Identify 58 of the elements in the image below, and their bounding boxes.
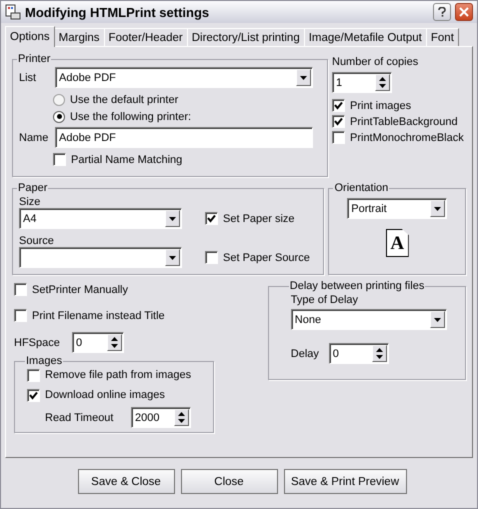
hfspace-spin-field[interactable]: 0	[72, 332, 124, 353]
radio-button[interactable]: Use the default printer	[53, 92, 321, 107]
checkbox[interactable]: Set Paper size	[205, 211, 318, 226]
group-title: Paper	[17, 182, 48, 194]
tab[interactable]: Footer/Header	[104, 28, 188, 46]
tab[interactable]: Font	[426, 28, 459, 46]
radio-button[interactable]: Use the following printer:	[53, 109, 321, 124]
close-icon	[459, 7, 469, 17]
field-label: Name	[19, 132, 50, 144]
group-title: Images	[25, 355, 64, 367]
printer-dropdown[interactable]: Adobe PDF	[55, 67, 313, 88]
checkbox[interactable]: Print images	[332, 98, 464, 113]
dialog-button[interactable]: Save & Print Preview	[284, 469, 406, 494]
window-title: Modifying HTMLPrint settings	[25, 4, 210, 20]
tab[interactable]: Margins	[54, 28, 105, 46]
spinner-icon	[372, 345, 387, 362]
timeout-spin-field[interactable]: 2000	[131, 407, 191, 428]
checkbox[interactable]: PrintTableBackground	[332, 114, 464, 129]
tab[interactable]: Directory/List printing	[186, 28, 305, 46]
field-label: Size	[19, 196, 42, 208]
tab[interactable]: Image/Metafile Output	[304, 28, 427, 46]
checkbox[interactable]: Remove file path from images	[27, 367, 207, 383]
checkbox[interactable]: PrintMonochromeBlack	[332, 130, 464, 145]
spinner-icon	[174, 409, 189, 426]
checkbox[interactable]: Download online images	[27, 387, 207, 403]
checkbox[interactable]: Partial Name Matching	[53, 152, 321, 167]
group-title: Printer	[17, 53, 52, 65]
orientation-dropdown[interactable]: Portrait	[347, 198, 448, 219]
help-button[interactable]	[433, 3, 451, 21]
field-label: Read Timeout	[45, 412, 114, 424]
paper-size-dropdown[interactable]: A4	[19, 208, 182, 229]
field-label: HFSpace	[14, 336, 61, 348]
checkbox[interactable]: SetPrinter Manually	[14, 282, 266, 297]
delay-type-dropdown[interactable]: None	[290, 309, 447, 330]
dialog-button[interactable]: Close	[180, 469, 278, 494]
checkbox[interactable]: Print Filename instead Title	[14, 308, 266, 323]
tab[interactable]: Options	[5, 26, 55, 47]
copies-spin-field[interactable]: 1	[332, 72, 392, 93]
spinner-icon	[375, 74, 390, 91]
check-icon	[207, 214, 216, 223]
delay-spin-field[interactable]: 0	[328, 343, 389, 364]
name-field[interactable]: Adobe PDF	[55, 127, 313, 148]
checkbox[interactable]: Set Paper Source	[205, 250, 318, 265]
close-button[interactable]	[455, 3, 473, 21]
page-icon: A	[386, 229, 409, 257]
field-label: Source	[19, 235, 55, 247]
printer-icon	[5, 4, 21, 20]
group-title: Delay between printing files	[288, 280, 426, 292]
dialog-button[interactable]: Save & Close	[78, 469, 174, 494]
field-label: Delay	[290, 348, 320, 360]
field-label: Number of copies	[332, 56, 420, 68]
field-label: Type of Delay	[290, 294, 360, 306]
paper-source-dropdown[interactable]	[19, 247, 182, 268]
help-icon	[438, 7, 446, 17]
check-icon	[29, 390, 38, 400]
group-title: Orientation	[333, 182, 390, 194]
spinner-icon	[107, 334, 122, 351]
field-label: List	[19, 72, 38, 84]
